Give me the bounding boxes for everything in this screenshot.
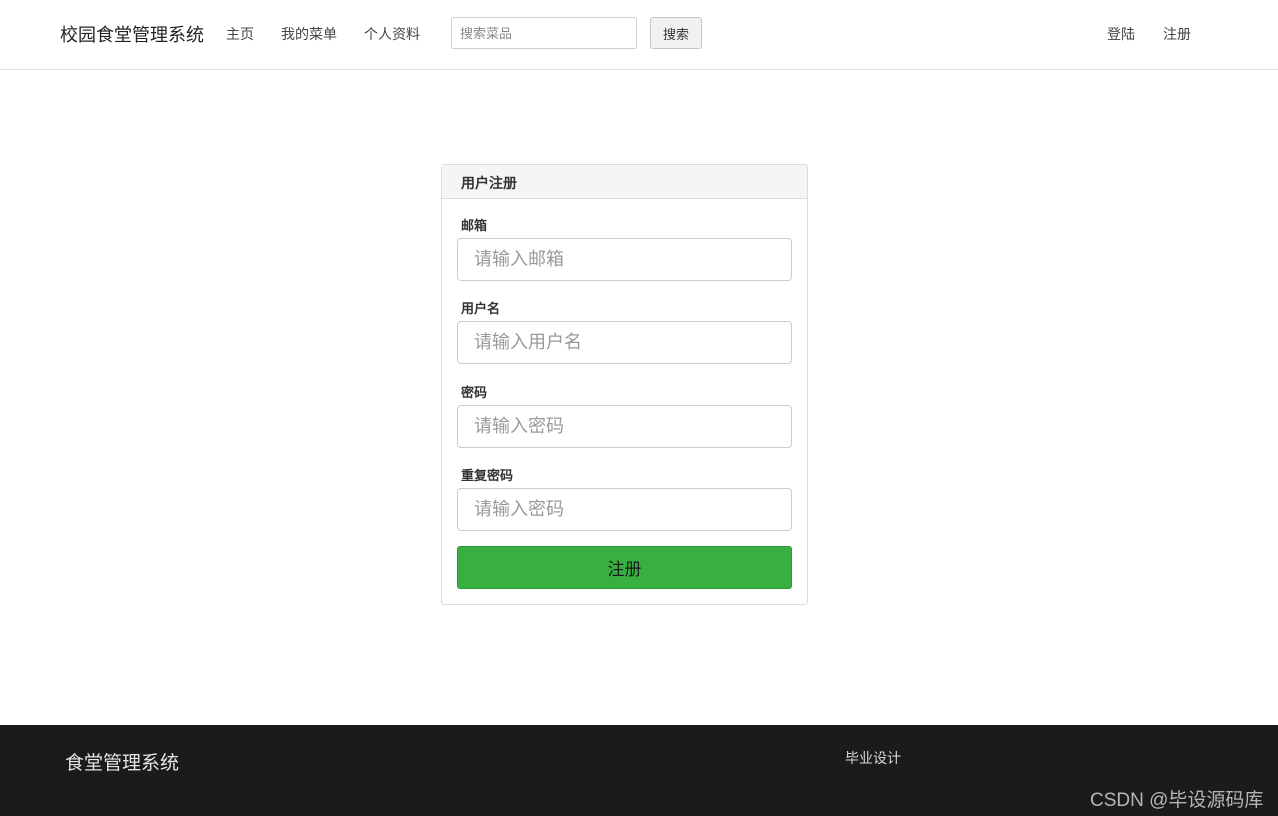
password-label: 密码 (461, 385, 488, 400)
username-label: 用户名 (461, 301, 501, 316)
confirm-password-field[interactable] (457, 488, 792, 531)
nav-link-home[interactable]: 主页 (226, 24, 254, 44)
footer-title: 食堂管理系统 (65, 753, 180, 774)
brand-title[interactable]: 校园食堂管理系统 (60, 21, 204, 47)
search-button[interactable]: 搜索 (650, 17, 702, 49)
footer: 食堂管理系统 毕业设计 CSDN @毕设源码库 (0, 725, 1278, 816)
footer-link-graduation-project[interactable]: 毕业设计 (845, 748, 901, 768)
search-input[interactable] (451, 17, 637, 49)
password-field[interactable] (457, 405, 792, 448)
email-label: 邮箱 (461, 218, 488, 233)
panel-heading: 用户注册 (442, 165, 807, 199)
nav-link-register[interactable]: 注册 (1163, 24, 1191, 44)
top-navbar: 校园食堂管理系统 主页 我的菜单 个人资料 搜索 登陆 注册 (0, 0, 1278, 70)
nav-link-profile[interactable]: 个人资料 (364, 24, 420, 44)
register-submit-button[interactable]: 注册 (457, 546, 792, 589)
watermark: CSDN @毕设源码库 (1090, 790, 1264, 811)
nav-link-my-menu[interactable]: 我的菜单 (281, 24, 337, 44)
nav-link-login[interactable]: 登陆 (1107, 24, 1135, 44)
email-field[interactable] (457, 238, 792, 281)
register-panel: 用户注册 邮箱 用户名 密码 重复密码 注册 (441, 164, 808, 605)
confirm-password-label: 重复密码 (461, 468, 514, 483)
username-field[interactable] (457, 321, 792, 364)
